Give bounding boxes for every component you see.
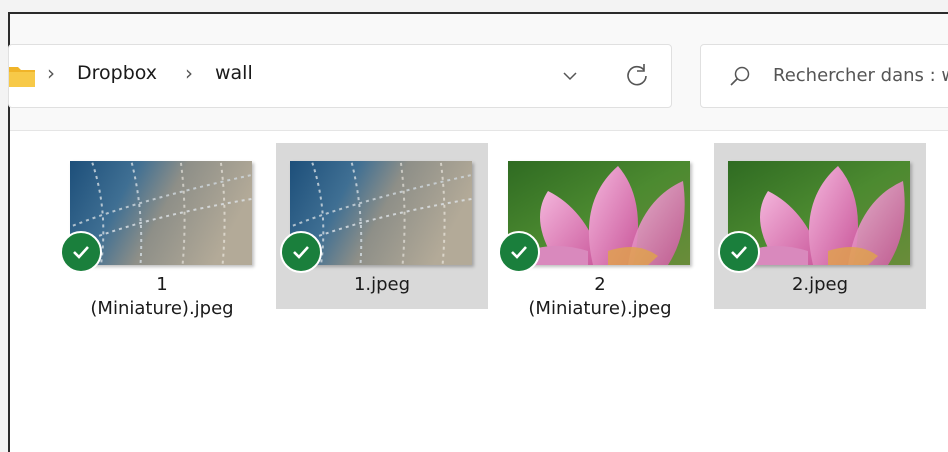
folder-icon bbox=[9, 64, 35, 88]
sync-status-badge bbox=[280, 231, 322, 273]
refresh-button[interactable] bbox=[621, 59, 653, 91]
chevron-down-icon bbox=[563, 72, 577, 81]
chevron-right-icon: › bbox=[185, 61, 193, 85]
file-name: 2.jpeg bbox=[791, 274, 849, 295]
file-name: 1.jpeg bbox=[353, 274, 411, 295]
checkmark-icon bbox=[293, 246, 309, 259]
search-icon bbox=[729, 65, 751, 87]
file-explorer-window: › Dropbox › wall Rechercher dans: wall … bbox=[8, 12, 948, 452]
file-item[interactable]: 2.jpeg bbox=[714, 143, 926, 309]
search-box[interactable] bbox=[700, 44, 948, 108]
file-name: 2 (Miniature).jpeg bbox=[528, 274, 672, 319]
address-bar[interactable]: › Dropbox › wall bbox=[8, 44, 672, 108]
refresh-icon bbox=[627, 64, 647, 86]
breadcrumb-item-dropbox[interactable]: Dropbox bbox=[77, 62, 157, 84]
file-item[interactable]: 1 (Miniature).jpeg bbox=[56, 143, 268, 319]
toolbar: › Dropbox › wall bbox=[8, 14, 948, 131]
search-input[interactable] bbox=[773, 60, 948, 90]
file-name: 1 (Miniature).jpeg bbox=[90, 274, 234, 319]
file-item[interactable]: 1.jpeg bbox=[276, 143, 488, 309]
chevron-right-icon: › bbox=[47, 61, 55, 85]
sync-status-badge bbox=[60, 231, 102, 273]
breadcrumb-item-wall[interactable]: wall bbox=[215, 62, 253, 84]
checkmark-icon bbox=[511, 246, 527, 259]
checkmark-icon bbox=[731, 246, 747, 259]
checkmark-icon bbox=[73, 246, 89, 259]
sync-status-badge bbox=[718, 231, 760, 273]
address-history-button[interactable] bbox=[555, 61, 585, 91]
file-item[interactable]: 2 (Miniature).jpeg bbox=[494, 143, 706, 319]
sync-status-badge bbox=[498, 231, 540, 273]
file-list: 1 (Miniature).jpeg 1.jpeg 2 (Miniature).… bbox=[10, 131, 948, 452]
